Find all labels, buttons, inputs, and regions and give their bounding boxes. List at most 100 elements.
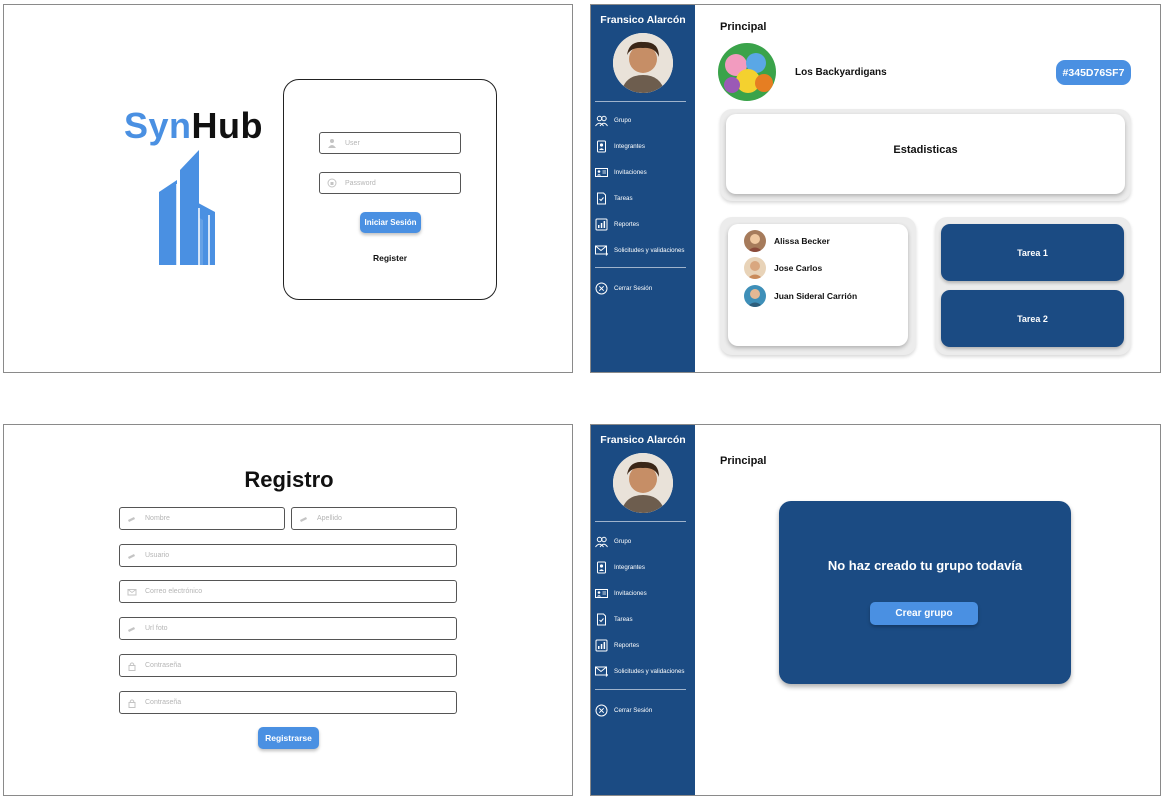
register-link[interactable]: Register <box>284 253 496 263</box>
logo-syn-text: Syn <box>124 105 192 146</box>
nombre-field[interactable]: Nombre <box>119 507 285 530</box>
nombre-placeholder: Nombre <box>145 515 170 522</box>
list-item[interactable]: Alissa Becker <box>744 230 830 252</box>
logout-button[interactable]: Cerrar Sesión <box>595 702 693 718</box>
close-circle-icon <box>595 282 608 294</box>
usuario-field[interactable]: Usuario <box>119 544 457 567</box>
sidebar-item-label: Tareas <box>614 615 633 623</box>
sidebar-item-tareas[interactable]: Tareas <box>595 611 693 627</box>
email-placeholder: Correo electrónico <box>145 588 203 595</box>
url-foto-placeholder: Url foto <box>145 625 168 632</box>
sidebar-item-invitaciones[interactable]: Invitaciones <box>595 164 693 180</box>
avatar <box>613 33 673 93</box>
sidebar-item-reportes[interactable]: Reportes <box>595 637 693 653</box>
apellido-placeholder: Apellido <box>317 515 342 522</box>
sidebar-item-integrantes[interactable]: Integrantes <box>595 559 693 575</box>
sidebar-item-solicitudes[interactable]: Solicitudes y validaciones <box>595 242 693 258</box>
reports-icon <box>595 639 608 651</box>
sidebar-user-name: Fransico Alarcón <box>600 434 686 446</box>
synhub-logo: SynHub <box>124 105 263 147</box>
password-confirm-field[interactable]: Contraseña <box>119 691 457 714</box>
sidebar-item-reportes[interactable]: Reportes <box>595 216 693 232</box>
group-code-badge[interactable]: #345D76SF7 <box>1056 60 1131 85</box>
member-name: Alissa Becker <box>774 236 830 246</box>
sidebar-item-label: Solicitudes y validaciones <box>614 246 685 254</box>
sidebar-divider <box>595 101 686 102</box>
tasks-card: Tarea 1 Tarea 2 <box>935 217 1131 355</box>
sidebar-divider <box>595 267 686 268</box>
sidebar-item-label: Solicitudes y validaciones <box>614 667 685 675</box>
stats-title: Estadisticas <box>893 144 958 156</box>
dashboard-screen: Fransico Alarcón Grupo Integrantes Invit… <box>590 4 1161 373</box>
members-icon <box>597 561 606 573</box>
sidebar-item-tareas[interactable]: Tareas <box>595 190 693 206</box>
stats-card: Estadisticas <box>720 109 1131 201</box>
members-card: Alissa Becker Jose Carlos Juan Sideral C… <box>720 217 916 355</box>
url-foto-field[interactable]: Url foto <box>119 617 457 640</box>
sidebar-item-label: Grupo <box>614 537 632 545</box>
empty-group-screen: Fransico Alarcón Grupo Integrantes Invit… <box>590 424 1161 796</box>
sidebar-item-label: Reportes <box>614 220 640 228</box>
members-list: Alissa Becker Jose Carlos Juan Sideral C… <box>728 224 908 346</box>
invitations-icon <box>595 167 608 177</box>
sidebar-item-invitaciones[interactable]: Invitaciones <box>595 585 693 601</box>
requests-icon <box>595 666 608 677</box>
pencil-icon <box>300 516 307 522</box>
login-button[interactable]: Iniciar Sesión <box>360 212 421 233</box>
sidebar-user-name: Fransico Alarcón <box>600 14 686 26</box>
logout-label: Cerrar Sesión <box>614 284 653 292</box>
lock-icon <box>128 698 136 708</box>
sidebar-divider <box>595 689 686 690</box>
tasks-icon <box>597 613 606 625</box>
task-button-2[interactable]: Tarea 2 <box>941 290 1124 347</box>
user-field[interactable]: User <box>319 132 461 154</box>
usuario-placeholder: Usuario <box>145 552 170 559</box>
tasks-icon <box>597 192 606 204</box>
building-logo-icon <box>159 150 215 265</box>
lock-circle-icon <box>327 178 337 188</box>
invitations-icon <box>595 588 608 598</box>
sidebar-divider <box>595 521 686 522</box>
login-screen: SynHub User Password Iniciar Sesión Regi… <box>3 4 573 373</box>
sidebar-item-grupo[interactable]: Grupo <box>595 533 693 549</box>
register-screen: Registro Nombre Apellido Usuario Correo … <box>3 424 573 796</box>
password-field[interactable]: Password <box>319 172 461 194</box>
group-icon <box>595 115 608 126</box>
lock-icon <box>128 661 136 671</box>
logout-button[interactable]: Cerrar Sesión <box>595 280 693 296</box>
reports-icon <box>595 218 608 230</box>
user-icon <box>328 139 336 148</box>
sidebar: Fransico Alarcón Grupo Integrantes Invit… <box>591 5 695 372</box>
page-title: Principal <box>720 21 767 33</box>
empty-group-card: No haz creado tu grupo todavía Crear gru… <box>779 501 1071 684</box>
task-button-1[interactable]: Tarea 1 <box>941 224 1124 281</box>
mail-icon <box>127 588 137 595</box>
create-group-button[interactable]: Crear grupo <box>870 602 978 625</box>
avatar <box>744 285 766 307</box>
sidebar-item-label: Tareas <box>614 194 633 202</box>
pencil-icon <box>128 626 135 632</box>
apellido-field[interactable]: Apellido <box>291 507 457 530</box>
pencil-icon <box>128 516 135 522</box>
member-name: Jose Carlos <box>774 263 823 273</box>
email-field[interactable]: Correo electrónico <box>119 580 457 603</box>
password-confirm-placeholder: Contraseña <box>145 699 182 706</box>
sidebar-item-label: Grupo <box>614 116 632 124</box>
sidebar-item-grupo[interactable]: Grupo <box>595 112 693 128</box>
password-placeholder: Contraseña <box>145 662 182 669</box>
list-item[interactable]: Juan Sideral Carrión <box>744 285 857 307</box>
group-icon <box>595 536 608 547</box>
list-item[interactable]: Jose Carlos <box>744 257 822 279</box>
sidebar-item-integrantes[interactable]: Integrantes <box>595 138 693 154</box>
sidebar-item-label: Invitaciones <box>614 589 647 597</box>
password-field[interactable]: Contraseña <box>119 654 457 677</box>
avatar <box>613 453 673 513</box>
pencil-icon <box>128 553 135 559</box>
group-name: Los Backyardigans <box>795 67 887 78</box>
sidebar-item-label: Integrantes <box>614 142 645 150</box>
register-button[interactable]: Registrarse <box>258 727 319 749</box>
members-icon <box>597 140 606 152</box>
sidebar-item-solicitudes[interactable]: Solicitudes y validaciones <box>595 663 693 679</box>
empty-group-message: No haz creado tu grupo todavía <box>827 558 1023 573</box>
register-title: Registro <box>244 467 334 492</box>
